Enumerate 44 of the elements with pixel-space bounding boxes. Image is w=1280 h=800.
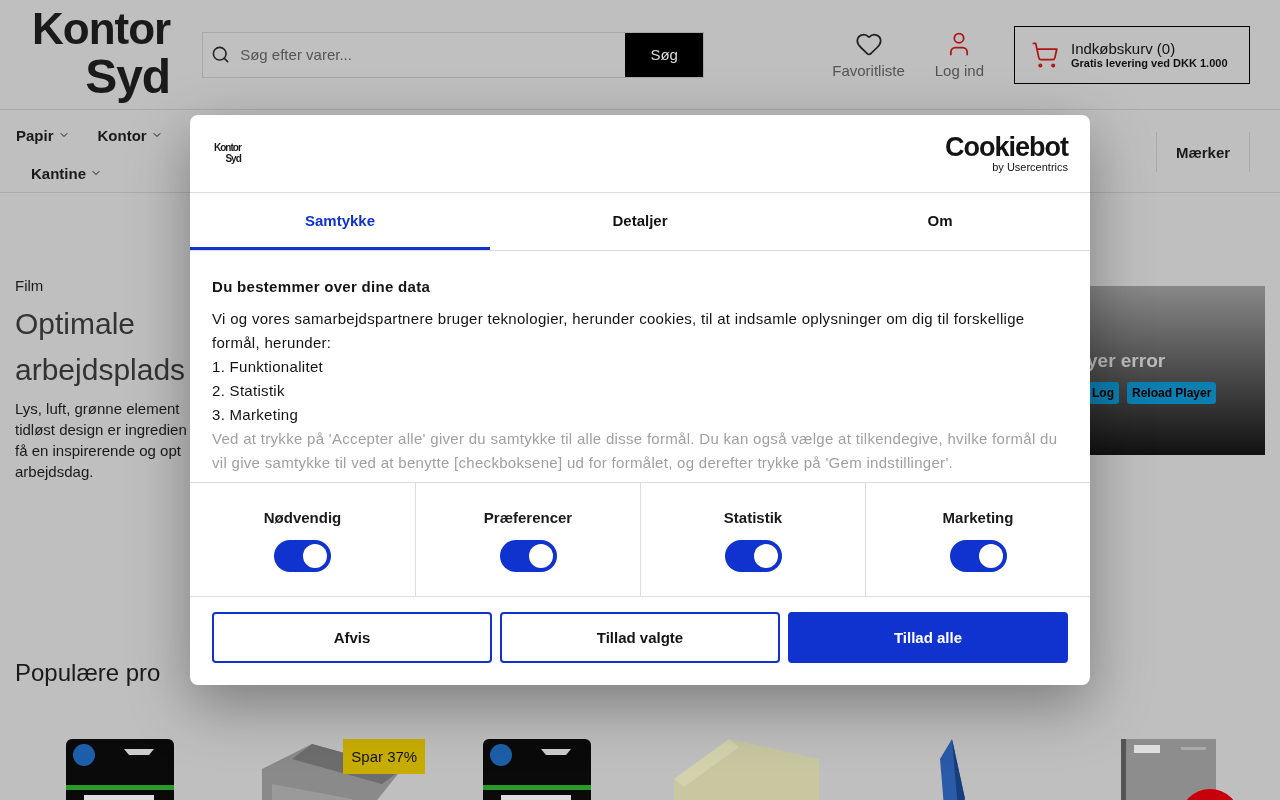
hero-text: tidløst design er ingredien <box>15 420 188 440</box>
favorites-link[interactable]: Favoritliste <box>832 30 905 79</box>
search-field[interactable]: Søg efter varer... Søg <box>202 31 705 78</box>
player-button[interactable]: Reload Player <box>1127 382 1217 404</box>
login-link[interactable]: Log ind <box>934 30 984 79</box>
category-label: Præferencer <box>483 509 573 526</box>
consent-button[interactable]: Afvis <box>212 612 492 663</box>
dialog-tab[interactable]: Samtykke <box>190 193 490 250</box>
hero-text: Lys, luft, grønne element <box>15 399 181 419</box>
cookiebot-logo: Cookiebot by Usercentrics <box>945 134 1068 173</box>
toggle-switch[interactable] <box>499 540 557 572</box>
purpose-item: 3. Marketing <box>212 405 300 425</box>
hero-title: Optimale <box>15 306 137 342</box>
category-label: Nødvendig <box>263 509 342 526</box>
section-title: Populære pro <box>14 659 162 687</box>
cart-button[interactable]: Indkøbskurv (0) Gratis levering ved DKK 1.000 <box>1014 25 1250 84</box>
consent-text: Ved at trykke på 'Accepter alle' giver du samtykke til alle disse formål. Du kan også vælge at tilkendegive, hvilke formål du vil give samtykke til ved at benytte [checkboksene] ud for formålet, og derefter trykke på 'Gem indstillinger'. <box>212 429 1059 473</box>
hero-text: arbejdsdag. <box>15 462 95 482</box>
section-label: Film <box>15 277 45 294</box>
toggle-switch[interactable] <box>724 540 782 572</box>
consent-text: Vi og vores samarbejdspartnere bruger teknologier, herunder cookies, til at indsamle oplysninger om dig til forskellige formål, herunder: <box>212 309 1026 353</box>
toggle-switch[interactable] <box>949 540 1007 572</box>
consent-button[interactable]: Tillad valgte <box>500 612 780 663</box>
nav-item[interactable]: Kantine <box>31 164 102 182</box>
dialog-heading: Du bestemmer over dine data <box>212 277 432 297</box>
cart-title: Indkøbskurv (0) <box>1071 40 1177 57</box>
site-logo: Kontor Syd <box>213 143 243 164</box>
cart-icon <box>1031 40 1059 69</box>
search-icon <box>211 45 231 64</box>
site-logo[interactable]: Kontor Syd <box>30 6 173 103</box>
hero-title: arbejdsplads <box>15 352 187 388</box>
discount-badge: Spar 37% <box>343 739 426 774</box>
purpose-item: 1. Funktionalitet <box>212 357 324 377</box>
category-label: Statistik <box>723 509 783 526</box>
hero-text: få en inspirerende og opt <box>15 441 182 461</box>
nav-item[interactable]: Papir <box>16 126 70 144</box>
category-label: Marketing <box>942 509 1014 526</box>
purpose-item: 2. Statistik <box>212 381 286 401</box>
toggle-switch[interactable] <box>274 540 331 572</box>
allow-all-button[interactable]: Tillad alle <box>788 612 1068 663</box>
shipping-note: Gratis levering ved DKK 1.000 <box>1071 57 1228 69</box>
search-button[interactable]: Søg <box>625 32 704 77</box>
brands-link[interactable]: Mærker <box>1156 132 1250 172</box>
nav-item[interactable]: Kontor <box>97 126 163 144</box>
